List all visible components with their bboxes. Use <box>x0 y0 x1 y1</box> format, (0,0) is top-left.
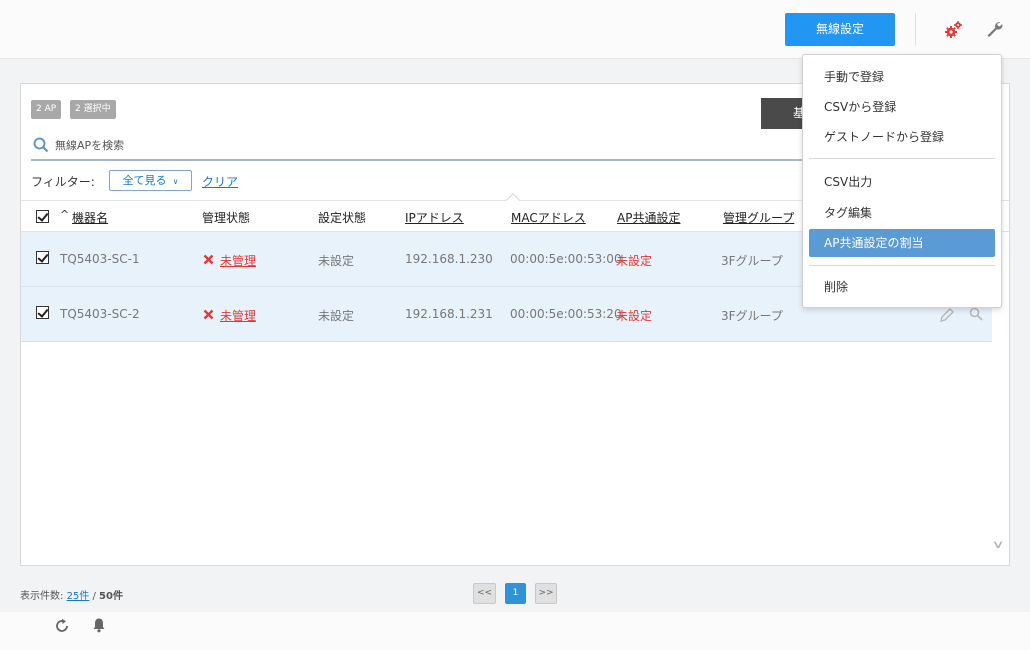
device-name: TQ5403-SC-1 <box>60 252 140 266</box>
column-header-management-group[interactable]: 管理グループ <box>723 209 794 226</box>
management-group: 3Fグループ <box>721 254 783 268</box>
filter-select[interactable]: 全て見る ∨ <box>109 170 192 191</box>
display-count-label: 表示件数: <box>20 591 64 602</box>
bottom-bar <box>0 612 1030 650</box>
edit-pencil-icon[interactable] <box>939 307 955 323</box>
menu-item-csv-register[interactable]: CSVから登録 <box>809 93 995 121</box>
filter-select-value: 全て見る <box>122 174 167 187</box>
menu-divider <box>809 265 995 266</box>
management-status-link[interactable]: 未管理 <box>220 307 256 324</box>
mac-address: 00:00:5e:00:53:00 <box>510 252 622 266</box>
column-header-ap-common-setting[interactable]: AP共通設定 <box>617 209 680 226</box>
total-count: 50件 <box>99 591 123 602</box>
menu-item-csv-export[interactable]: CSV出力 <box>809 168 995 196</box>
device-name: TQ5403-SC-2 <box>60 307 140 321</box>
column-header-config-status: 設定状態 <box>318 211 367 225</box>
column-header-device-name[interactable]: 機器名 <box>72 209 108 226</box>
ap-common-setting: 未設定 <box>616 309 653 323</box>
display-count: 表示件数: 25件 / 50件 <box>20 591 123 602</box>
sort-caret-icon: ^ <box>60 208 70 221</box>
management-group: 3Fグループ <box>721 309 783 323</box>
pager-current-page[interactable]: 1 <box>505 583 526 604</box>
per-page-link[interactable]: 25件 <box>67 591 90 602</box>
column-header-mac-address[interactable]: MACアドレス <box>511 209 586 226</box>
ip-address: 192.168.1.231 <box>405 307 493 321</box>
row-checkbox[interactable] <box>36 306 49 319</box>
config-status: 未設定 <box>318 309 355 323</box>
ap-common-setting: 未設定 <box>616 254 653 268</box>
ap-count-badge: 2 AP <box>31 100 62 119</box>
refresh-icon[interactable] <box>54 618 70 634</box>
config-status: 未設定 <box>318 254 355 268</box>
scroll-down-icon[interactable]: ∨ <box>992 538 1005 551</box>
header-divider <box>915 13 916 46</box>
row-checkbox[interactable] <box>36 251 49 264</box>
pager-next-button[interactable]: >> <box>535 583 557 604</box>
clear-filter-link[interactable]: クリア <box>202 173 238 190</box>
menu-item-delete[interactable]: 削除 <box>809 273 995 301</box>
mac-address: 00:00:5e:00:53:20 <box>510 307 622 321</box>
select-all-checkbox[interactable] <box>36 210 49 223</box>
filter-label: フィルター: <box>31 175 95 189</box>
ip-address: 192.168.1.230 <box>405 252 493 266</box>
menu-item-tag-edit[interactable]: タグ編集 <box>809 199 995 227</box>
search-input[interactable] <box>55 135 755 155</box>
wireless-settings-button[interactable]: 無線設定 <box>785 13 895 46</box>
search-icon <box>33 137 49 153</box>
close-icon <box>203 254 214 265</box>
wrench-icon[interactable] <box>985 20 1003 38</box>
menu-divider <box>809 158 995 159</box>
menu-item-manual-register[interactable]: 手動で登録 <box>809 63 995 91</box>
menu-item-assign-ap-common-setting[interactable]: AP共通設定の割当 <box>809 229 995 257</box>
management-status-link[interactable]: 未管理 <box>220 252 256 269</box>
column-header-ip-address[interactable]: IPアドレス <box>405 209 464 226</box>
gears-icon[interactable] <box>943 20 963 40</box>
menu-item-guest-node-register[interactable]: ゲストノードから登録 <box>809 123 995 151</box>
register-dropdown-menu: 手動で登録 CSVから登録 ゲストノードから登録 CSV出力 タグ編集 AP共通… <box>802 54 1002 308</box>
chevron-down-icon: ∨ <box>172 177 179 186</box>
column-header-management-status: 管理状態 <box>202 211 251 225</box>
close-icon <box>203 309 214 320</box>
pager-prev-button[interactable]: << <box>473 583 496 604</box>
selected-count-badge: 2 選択中 <box>70 100 116 119</box>
bell-icon[interactable] <box>91 617 107 633</box>
search-detail-icon[interactable] <box>969 307 983 321</box>
search-bar <box>31 132 821 161</box>
